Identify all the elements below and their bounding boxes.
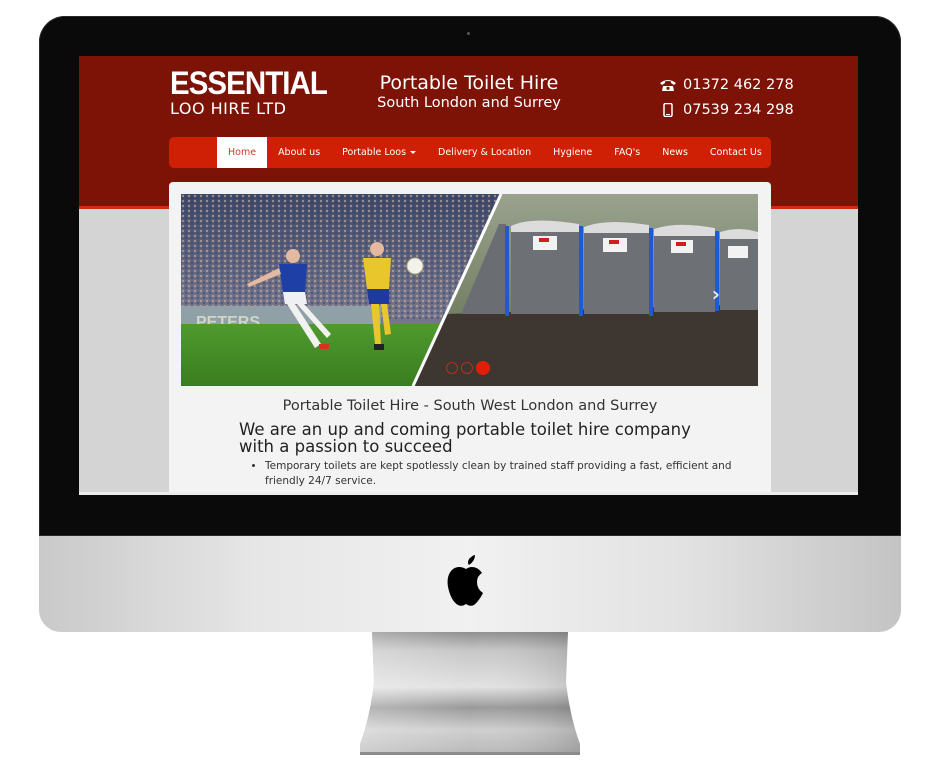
nav-portable-loos[interactable]: Portable Loos bbox=[331, 137, 427, 168]
mobile-phone-icon bbox=[663, 102, 673, 117]
image-slider[interactable]: PETERS › bbox=[181, 194, 758, 386]
monitor-stand bbox=[360, 632, 580, 755]
feature-list-item: Temporary toilets are kept spotlessly cl… bbox=[265, 459, 735, 489]
nav-contact-us-label: Contact Us bbox=[709, 147, 762, 158]
mobile-phone[interactable]: 07539 234 298 bbox=[659, 97, 794, 122]
nav-contact-us[interactable]: Contact Us bbox=[699, 137, 773, 168]
site-logo[interactable]: ESSENTIAL LOO HIRE LTD bbox=[170, 67, 341, 117]
slider-dot-1[interactable] bbox=[446, 362, 458, 374]
slider-dot-3[interactable] bbox=[476, 361, 490, 375]
nav-about-us-label: About us bbox=[278, 147, 321, 158]
tagline-line-1: Portable Toilet Hire bbox=[379, 72, 559, 94]
nav-home[interactable]: Home bbox=[217, 137, 268, 168]
tagline-line-2: South London and Surrey bbox=[377, 95, 561, 111]
nav-delivery-location[interactable]: Delivery & Location bbox=[427, 137, 542, 168]
landline-phone[interactable]: 01372 462 278 bbox=[659, 72, 794, 97]
website-screen: ESSENTIAL LOO HIRE LTD Portable Toilet H… bbox=[79, 56, 858, 495]
logo-line-1: ESSENTIAL bbox=[170, 65, 328, 101]
nav-news[interactable]: News bbox=[651, 137, 699, 168]
slider-dot-2[interactable] bbox=[461, 362, 473, 374]
camera-icon bbox=[467, 32, 470, 35]
slider-pagination bbox=[446, 361, 490, 375]
nav-home-label: Home bbox=[228, 147, 257, 158]
main-navigation: Home About us Portable Loos Delivery & L… bbox=[169, 137, 771, 168]
content-title: Portable Toilet Hire - South West London… bbox=[282, 398, 658, 414]
landline-number: 01372 462 278 bbox=[683, 76, 794, 93]
apple-logo-icon bbox=[447, 555, 483, 606]
screen-bottom-edge bbox=[79, 492, 858, 495]
logo-line-2: LOO HIRE LTD bbox=[170, 99, 287, 118]
content-heading: We are an up and coming portable toilet … bbox=[239, 420, 691, 456]
nav-faqs[interactable]: FAQ's bbox=[603, 137, 651, 168]
nav-hygiene[interactable]: Hygiene bbox=[542, 137, 603, 168]
content-panel: PETERS › Portable Toilet Hire - South We… bbox=[169, 182, 771, 495]
site-tagline: Portable Toilet Hire South London and Su… bbox=[369, 72, 569, 111]
caret-down-icon bbox=[410, 151, 417, 154]
telephone-icon bbox=[660, 79, 676, 91]
contact-phones: 01372 462 278 07539 234 298 bbox=[659, 72, 794, 122]
feature-list: Temporary toilets are kept spotlessly cl… bbox=[239, 459, 735, 489]
slider-image: PETERS bbox=[181, 194, 758, 386]
chevron-right-icon: › bbox=[711, 282, 720, 306]
nav-faqs-label: FAQ's bbox=[614, 147, 641, 158]
nav-about-us[interactable]: About us bbox=[267, 137, 331, 168]
nav-news-label: News bbox=[662, 147, 688, 158]
nav-delivery-location-label: Delivery & Location bbox=[438, 147, 532, 158]
mobile-number: 07539 234 298 bbox=[683, 101, 794, 118]
slider-next-button[interactable]: › bbox=[712, 282, 720, 306]
nav-hygiene-label: Hygiene bbox=[553, 147, 593, 158]
nav-portable-loos-label: Portable Loos bbox=[342, 147, 407, 158]
